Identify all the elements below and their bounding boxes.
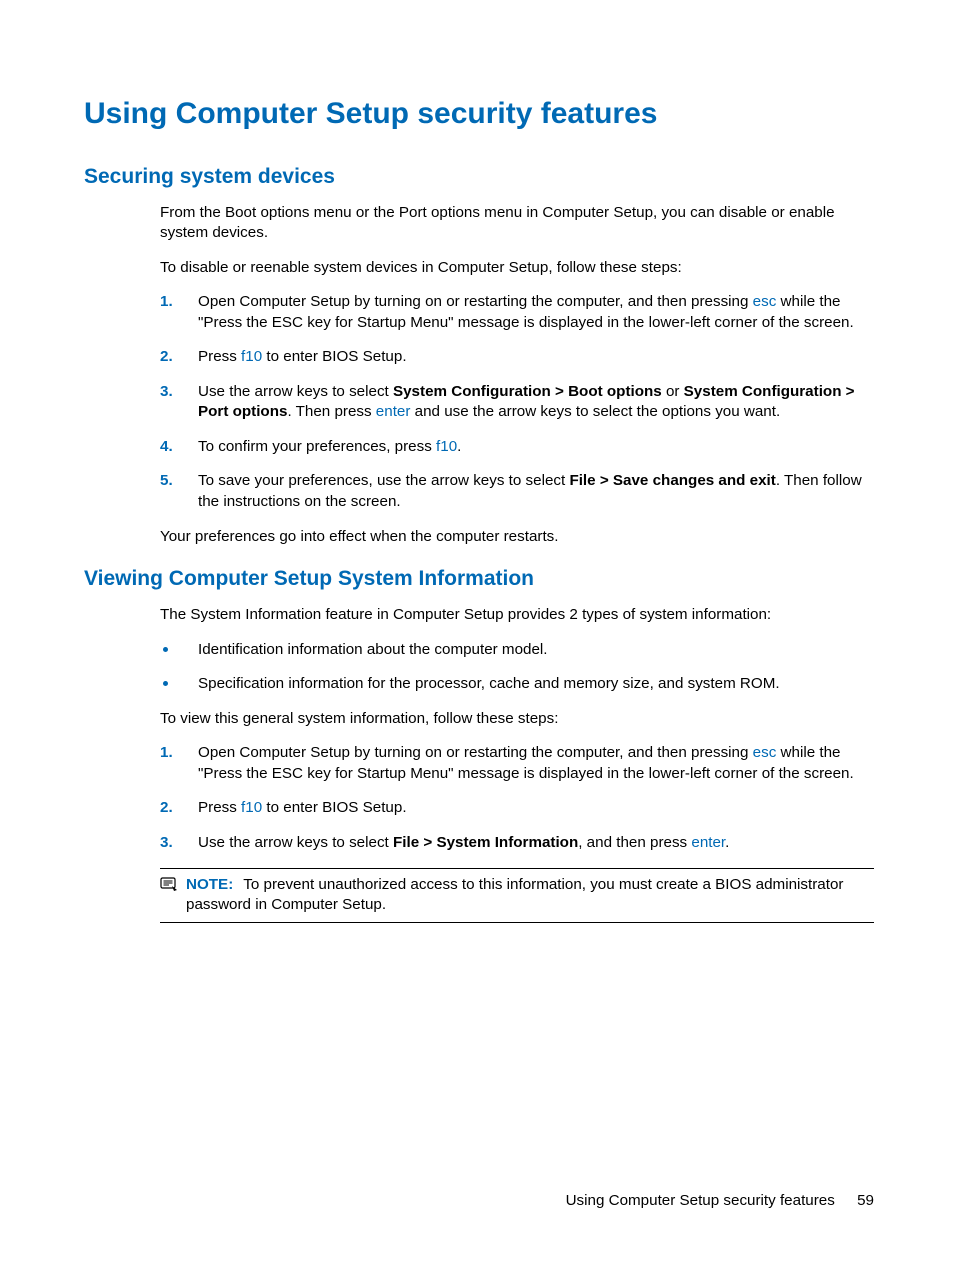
step-text: Press f10 to enter BIOS Setup. — [198, 799, 407, 816]
step-number: 1. — [160, 743, 173, 764]
step-number: 3. — [160, 382, 173, 403]
paragraph: From the Boot options menu or the Port o… — [160, 203, 874, 244]
step-number: 2. — [160, 798, 173, 819]
paragraph: To view this general system information,… — [160, 709, 874, 730]
note-content: NOTE:To prevent unauthorized access to t… — [186, 875, 874, 916]
key-esc: esc — [753, 293, 777, 310]
paragraph: To disable or reenable system devices in… — [160, 258, 874, 279]
bullet-list: Identification information about the com… — [160, 640, 874, 695]
step-text: Press f10 to enter BIOS Setup. — [198, 348, 407, 365]
section-heading-viewing: Viewing Computer Setup System Informatio… — [84, 565, 874, 593]
step-item: 2. Press f10 to enter BIOS Setup. — [160, 347, 874, 368]
note-icon — [160, 877, 178, 899]
step-item: 2. Press f10 to enter BIOS Setup. — [160, 798, 874, 819]
page-footer: Using Computer Setup security features 5… — [566, 1191, 874, 1212]
key-esc: esc — [753, 744, 777, 761]
step-item: 1. Open Computer Setup by turning on or … — [160, 292, 874, 333]
key-enter: enter — [376, 403, 411, 420]
step-text: Open Computer Setup by turning on or res… — [198, 744, 854, 782]
step-text: To save your preferences, use the arrow … — [198, 472, 862, 510]
step-item: 3. Use the arrow keys to select File > S… — [160, 833, 874, 854]
step-number: 5. — [160, 471, 173, 492]
step-number: 2. — [160, 347, 173, 368]
page-heading-h1: Using Computer Setup security features — [84, 94, 874, 135]
note-label: NOTE: — [186, 876, 233, 893]
note-box: NOTE:To prevent unauthorized access to t… — [160, 868, 874, 923]
key-f10: f10 — [241, 348, 262, 365]
step-text: Use the arrow keys to select File > Syst… — [198, 834, 729, 851]
key-f10: f10 — [241, 799, 262, 816]
step-item: 4. To confirm your preferences, press f1… — [160, 437, 874, 458]
key-f10: f10 — [436, 438, 457, 455]
step-item: 1. Open Computer Setup by turning on or … — [160, 743, 874, 784]
step-item: 5. To save your preferences, use the arr… — [160, 471, 874, 512]
key-enter: enter — [691, 834, 725, 851]
bullet-item: Specification information for the proces… — [160, 674, 874, 695]
paragraph: Your preferences go into effect when the… — [160, 527, 874, 548]
section-heading-securing: Securing system devices — [84, 163, 874, 191]
step-text: To confirm your preferences, press f10. — [198, 438, 461, 455]
step-number: 3. — [160, 833, 173, 854]
ordered-steps: 1. Open Computer Setup by turning on or … — [160, 743, 874, 853]
footer-title: Using Computer Setup security features — [566, 1192, 835, 1209]
step-number: 1. — [160, 292, 173, 313]
page-number: 59 — [857, 1192, 874, 1209]
step-item: 3. Use the arrow keys to select System C… — [160, 382, 874, 423]
step-text: Use the arrow keys to select System Conf… — [198, 383, 855, 421]
step-number: 4. — [160, 437, 173, 458]
bullet-item: Identification information about the com… — [160, 640, 874, 661]
paragraph: The System Information feature in Comput… — [160, 605, 874, 626]
step-text: Open Computer Setup by turning on or res… — [198, 293, 854, 331]
ordered-steps: 1. Open Computer Setup by turning on or … — [160, 292, 874, 512]
